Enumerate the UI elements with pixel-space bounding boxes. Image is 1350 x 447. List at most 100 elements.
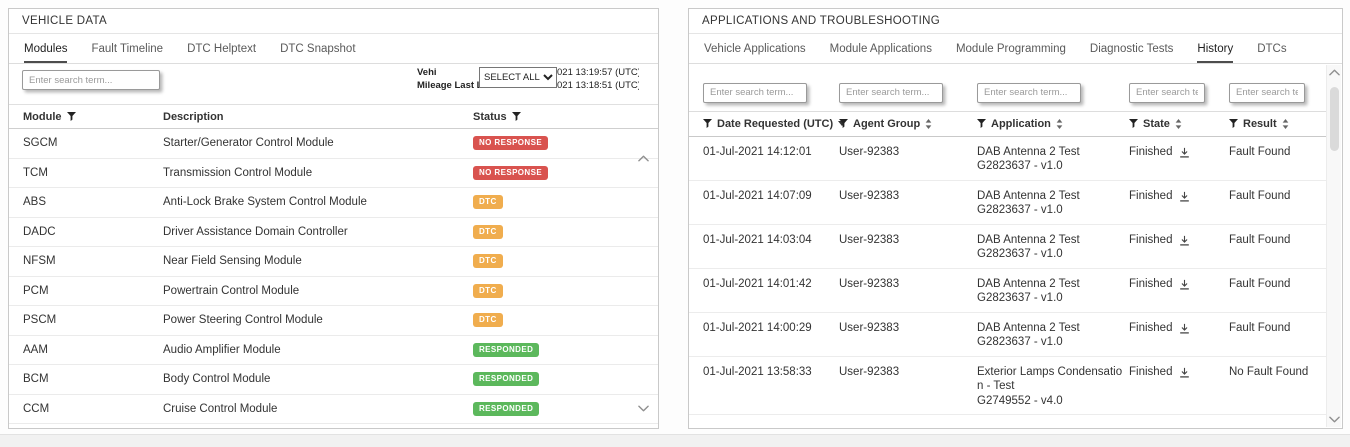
vehicle-info-value-2: 021 13:18:51 (UTC) (557, 80, 639, 93)
scrollbar-thumb[interactable] (1330, 87, 1339, 151)
vertical-scrollbar[interactable] (1326, 65, 1341, 427)
description-column-header[interactable]: Description (163, 111, 473, 123)
history-row[interactable]: 01-Jul-2021 13:58:33User-92383Exterior L… (689, 357, 1327, 416)
sort-icon[interactable] (1282, 119, 1289, 129)
vehicle-info-labels: Vehi Mileage Last L (417, 67, 479, 92)
history-row[interactable]: 01-Jul-2021 14:07:09User-92383DAB Antenn… (689, 181, 1327, 225)
download-icon[interactable] (1179, 279, 1190, 290)
module-row[interactable]: AAMAudio Amplifier ModuleRESPONDED (9, 336, 658, 366)
tab-dtc-helptext[interactable]: DTC Helptext (187, 34, 256, 63)
module-row[interactable]: ABSAnti-Lock Brake System Control Module… (9, 188, 658, 218)
status-cell: DTC (473, 225, 644, 239)
tab-module-applications[interactable]: Module Applications (830, 34, 932, 63)
agent-group-cell: User-92383 (839, 321, 977, 336)
date-requested-cell: 01-Jul-2021 14:00:29 (703, 321, 839, 336)
state-label: Finished (1129, 321, 1172, 336)
module-cell: BCM (23, 373, 163, 385)
search-date-requested[interactable] (703, 83, 807, 103)
status-cell: RESPONDED (473, 372, 644, 386)
download-icon[interactable] (1179, 191, 1190, 202)
select-all-dropdown[interactable]: SELECT ALL (479, 67, 557, 88)
application-cell: DAB Antenna 2 TestG2823637 - v1.0 (977, 145, 1129, 174)
filter-icon[interactable] (839, 119, 848, 128)
filter-icon[interactable] (1129, 119, 1138, 128)
download-icon[interactable] (1179, 235, 1190, 246)
search-application[interactable] (977, 83, 1081, 103)
search-agent-group[interactable] (839, 83, 943, 103)
filter-icon[interactable] (512, 112, 521, 121)
status-badge: RESPONDED (473, 402, 539, 416)
search-result[interactable] (1229, 83, 1305, 103)
agent-group-column-label: Agent Group (853, 118, 920, 130)
module-cell: TCM (23, 167, 163, 179)
history-row[interactable]: 01-Jul-2021 14:03:04User-92383DAB Antenn… (689, 225, 1327, 269)
description-cell: Starter/Generator Control Module (163, 137, 473, 149)
history-search-row (689, 64, 1327, 111)
sort-icon[interactable] (925, 119, 932, 129)
module-row[interactable]: SGCMStarter/Generator Control ModuleNO R… (9, 129, 658, 159)
history-table-header: Date Requested (UTC) Agent Group Applica… (689, 111, 1327, 137)
module-row[interactable]: DADCDriver Assistance Domain ControllerD… (9, 218, 658, 248)
scroll-down-icon[interactable] (638, 405, 649, 412)
date-requested-column-header[interactable]: Date Requested (UTC) (703, 118, 839, 130)
state-label: Finished (1129, 277, 1172, 292)
tab-diagnostic-tests[interactable]: Diagnostic Tests (1090, 34, 1174, 63)
module-row[interactable]: CCMCruise Control ModuleRESPONDED (9, 395, 658, 425)
agent-group-cell: User-92383 (839, 365, 977, 380)
status-column-header[interactable]: Status (473, 111, 644, 123)
filter-icon[interactable] (977, 119, 986, 128)
status-cell: RESPONDED (473, 402, 644, 416)
tab-dtcs[interactable]: DTCs (1257, 34, 1286, 63)
download-icon[interactable] (1179, 147, 1190, 158)
download-icon[interactable] (1179, 323, 1190, 334)
application-column-header[interactable]: Application (977, 118, 1129, 130)
history-row[interactable]: 01-Jul-2021 14:12:01User-92383DAB Antenn… (689, 137, 1327, 181)
tab-vehicle-applications[interactable]: Vehicle Applications (704, 34, 806, 63)
state-column-header[interactable]: State (1129, 118, 1229, 130)
module-row[interactable]: BCMBody Control ModuleRESPONDED (9, 365, 658, 395)
date-requested-cell: 01-Jul-2021 14:07:09 (703, 189, 839, 204)
module-search-input[interactable] (22, 70, 160, 90)
status-cell: DTC (473, 313, 644, 327)
module-row[interactable]: PCMPowertrain Control ModuleDTC (9, 277, 658, 307)
history-row[interactable]: 01-Jul-2021 14:01:42User-92383DAB Antenn… (689, 269, 1327, 313)
tab-modules[interactable]: Modules (24, 34, 67, 63)
history-row[interactable]: 01-Jul-2021 14:00:29User-92383DAB Antenn… (689, 313, 1327, 357)
description-cell: Driver Assistance Domain Controller (163, 226, 473, 238)
download-icon[interactable] (1179, 367, 1190, 378)
result-cell: No Fault Found (1229, 365, 1313, 380)
filter-icon[interactable] (67, 112, 76, 121)
filter-icon[interactable] (703, 119, 712, 128)
description-cell: Powertrain Control Module (163, 285, 473, 297)
search-state[interactable] (1129, 83, 1205, 103)
result-column-header[interactable]: Result (1229, 118, 1313, 130)
application-line: DAB Antenna 2 Test (977, 189, 1129, 204)
application-cell: DAB Antenna 2 TestG2823637 - v1.0 (977, 233, 1129, 262)
module-column-header[interactable]: Module (23, 111, 163, 123)
status-badge: NO RESPONSE (473, 166, 548, 180)
application-line: G2823637 - v1.0 (977, 203, 1129, 218)
sort-icon[interactable] (1175, 119, 1182, 129)
module-row[interactable]: PSCMPower Steering Control ModuleDTC (9, 306, 658, 336)
horizontal-scrollbar[interactable] (0, 434, 1350, 447)
module-row[interactable]: NFSMNear Field Sensing ModuleDTC (9, 247, 658, 277)
application-line: G2823637 - v1.0 (977, 291, 1129, 306)
tab-dtc-snapshot[interactable]: DTC Snapshot (280, 34, 355, 63)
filter-icon[interactable] (1229, 119, 1238, 128)
tab-history[interactable]: History (1197, 34, 1233, 63)
vehicle-info-values: 021 13:19:57 (UTC) 021 13:18:51 (UTC) (557, 67, 639, 92)
tab-fault-timeline[interactable]: Fault Timeline (91, 34, 163, 63)
module-row[interactable]: TCMTransmission Control ModuleNO RESPONS… (9, 159, 658, 189)
agent-group-column-header[interactable]: Agent Group (839, 118, 977, 130)
application-cell: DAB Antenna 2 TestG2823637 - v1.0 (977, 277, 1129, 306)
scroll-up-icon[interactable] (1329, 69, 1340, 76)
scroll-down-icon[interactable] (1329, 416, 1340, 423)
tab-module-programming[interactable]: Module Programming (956, 34, 1066, 63)
sort-icon[interactable] (1056, 119, 1063, 129)
status-cell: RESPONDED (473, 343, 644, 357)
state-label: Finished (1129, 233, 1172, 248)
status-badge: NO RESPONSE (473, 136, 548, 150)
result-column-label: Result (1243, 118, 1277, 130)
scroll-up-icon[interactable] (638, 155, 649, 162)
application-line: DAB Antenna 2 Test (977, 145, 1129, 160)
